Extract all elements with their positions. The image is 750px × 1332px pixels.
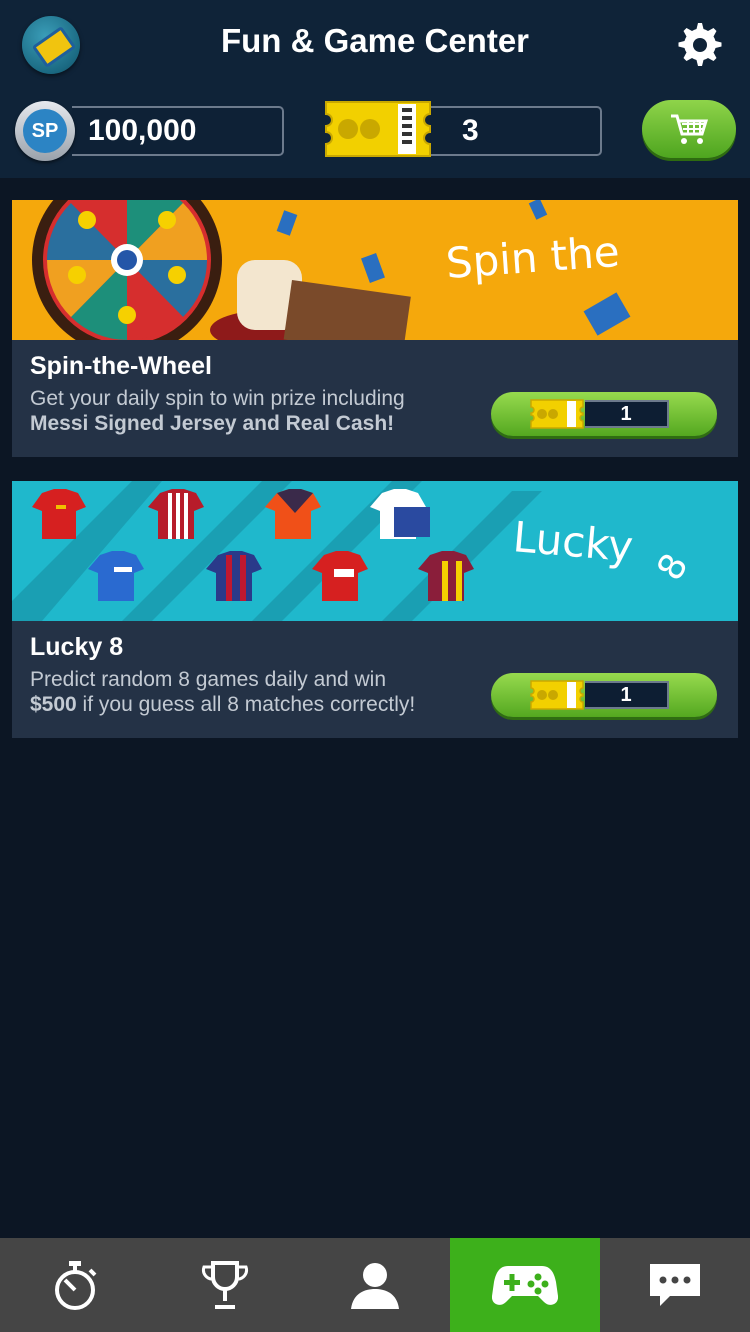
game-title-lucky-8: Lucky 8 (30, 633, 124, 661)
gear-icon[interactable] (674, 20, 722, 68)
lucky-banner-text: Lucky (511, 512, 635, 571)
ticket-icon (530, 399, 584, 429)
ticket-balance: 3 (430, 106, 602, 156)
lucky-8-cost: 1 (585, 681, 669, 709)
spin-the-wheel-card[interactable]: Spin the Spin-the-Wheel Get your daily s… (12, 200, 738, 457)
spin-cost: 1 (585, 400, 669, 428)
top-bar: Fun & Game Center 100,000 SP 3 (0, 0, 750, 178)
lucky-banner-number: 8 (650, 547, 697, 587)
shopping-cart-icon (671, 114, 709, 144)
page-title: Fun & Game Center (220, 22, 530, 59)
lucky-8-card[interactable]: Lucky 8 Lucky 8 Predict random 8 games d… (12, 481, 738, 738)
game-title-spin: Spin-the-Wheel (30, 352, 212, 380)
tab-live[interactable] (0, 1238, 150, 1332)
spin-the-wheel-banner: Spin the (12, 200, 738, 340)
spin-play-button[interactable]: 1 (491, 392, 717, 436)
bottom-nav (0, 1238, 750, 1332)
gamepad-icon (492, 1266, 558, 1305)
lucky-8-banner: Lucky 8 (12, 481, 738, 621)
spin-banner-text: Spin the (444, 227, 621, 288)
coin-balance: 100,000 (72, 106, 284, 156)
tab-profile[interactable] (300, 1238, 450, 1332)
ticket-icon (530, 680, 584, 710)
chat-icon (650, 1264, 700, 1306)
sp-badge-label: SP (23, 109, 67, 153)
stopwatch-icon (55, 1261, 97, 1310)
jersey-icon (32, 489, 86, 539)
lucky-8-play-button[interactable]: 1 (491, 673, 717, 717)
ticket-count: 3 (462, 114, 479, 147)
shop-cart-button[interactable] (642, 100, 736, 158)
tab-leaderboard[interactable] (150, 1238, 300, 1332)
sp-coin-icon: SP (15, 101, 75, 161)
game-description-spin: Get your daily spin to win prize includi… (30, 387, 405, 435)
ticket-icon (325, 101, 431, 157)
game-description-lucky-8: Predict random 8 games daily and win $50… (30, 668, 416, 716)
tab-games[interactable] (450, 1238, 600, 1332)
trophy-icon (202, 1261, 248, 1309)
profile-icon (351, 1263, 399, 1309)
tab-chat[interactable] (600, 1238, 750, 1332)
coin-amount: 100,000 (88, 114, 197, 147)
